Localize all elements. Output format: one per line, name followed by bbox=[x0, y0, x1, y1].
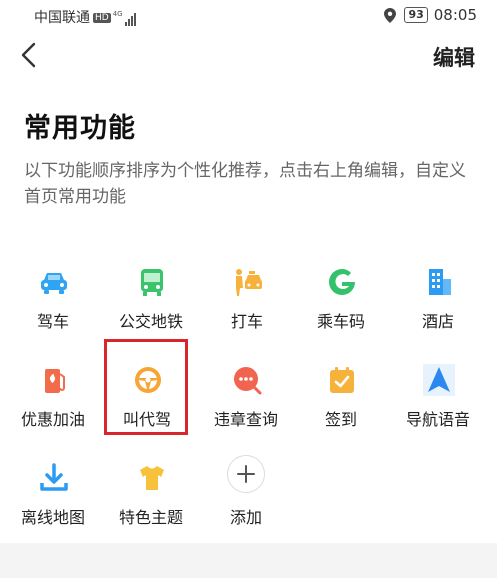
function-item-drive[interactable]: 驾车 bbox=[4, 258, 102, 338]
function-label: 打车 bbox=[230, 312, 263, 331]
clock: 08:05 bbox=[433, 6, 477, 24]
function-item-hotel[interactable]: 酒店 bbox=[389, 258, 487, 338]
function-item-checkin[interactable]: 签到 bbox=[292, 356, 390, 436]
function-label: 违章查询 bbox=[213, 410, 278, 429]
carrier-info: 中国联通 HD 4G bbox=[34, 7, 137, 27]
car-icon bbox=[41, 273, 67, 294]
function-label: 驾车 bbox=[36, 312, 69, 331]
signal-icon bbox=[124, 10, 137, 26]
function-item-gas[interactable]: 优惠加油 bbox=[4, 356, 102, 436]
function-item-violation[interactable]: 违章查询 bbox=[197, 356, 295, 436]
function-item-offline-map[interactable]: 离线地图 bbox=[4, 454, 102, 534]
battery-indicator: 93 bbox=[404, 7, 428, 23]
function-label: 特色主题 bbox=[118, 508, 183, 527]
bus-icon bbox=[141, 269, 163, 296]
chevron-left-icon bbox=[21, 42, 36, 68]
page-title: 常用功能 bbox=[24, 113, 136, 144]
add-button[interactable] bbox=[227, 455, 265, 493]
download-icon bbox=[40, 463, 68, 491]
page-description: 以下功能顺序排序为个性化推荐，点击右上角编辑，自定义首页常用功能 bbox=[24, 161, 466, 207]
function-item-taxi[interactable]: 打车 bbox=[198, 258, 296, 338]
violation-search-icon bbox=[234, 367, 262, 395]
checkin-calendar-icon bbox=[330, 367, 354, 393]
function-item-ride-code[interactable]: 乘车码 bbox=[292, 258, 390, 338]
function-label: 公交地铁 bbox=[118, 312, 183, 331]
function-label: 离线地图 bbox=[20, 508, 85, 527]
hotel-icon bbox=[429, 269, 451, 295]
carrier-name: 中国联通 bbox=[34, 10, 90, 26]
navigation-arrow-icon bbox=[423, 364, 455, 396]
function-label: 优惠加油 bbox=[20, 410, 85, 429]
function-label: 乘车码 bbox=[316, 312, 365, 331]
function-item-nav-voice[interactable]: 导航语音 bbox=[389, 356, 487, 436]
plus-icon bbox=[237, 465, 255, 483]
location-icon bbox=[384, 7, 397, 23]
function-item-theme[interactable]: 特色主题 bbox=[102, 454, 200, 534]
status-right: 93 08:05 bbox=[384, 6, 477, 24]
function-label: 酒店 bbox=[421, 312, 454, 331]
highlight-box bbox=[104, 339, 188, 435]
tshirt-icon bbox=[140, 466, 164, 490]
gas-station-icon bbox=[45, 369, 65, 393]
bottom-divider bbox=[0, 543, 497, 578]
edit-button[interactable]: 编辑 bbox=[433, 42, 475, 72]
function-label: 导航语音 bbox=[405, 410, 470, 429]
ride-code-icon bbox=[329, 268, 355, 295]
status-bar: 中国联通 HD 4G 93 08:05 bbox=[0, 0, 497, 30]
function-label: 添加 bbox=[229, 508, 262, 527]
function-item-bus[interactable]: 公交地铁 bbox=[102, 258, 200, 338]
network-type: 4G bbox=[112, 10, 123, 18]
hd-badge: HD bbox=[93, 13, 111, 23]
back-button[interactable] bbox=[18, 42, 42, 68]
taxi-icon bbox=[236, 269, 262, 296]
function-label: 签到 bbox=[324, 410, 357, 429]
